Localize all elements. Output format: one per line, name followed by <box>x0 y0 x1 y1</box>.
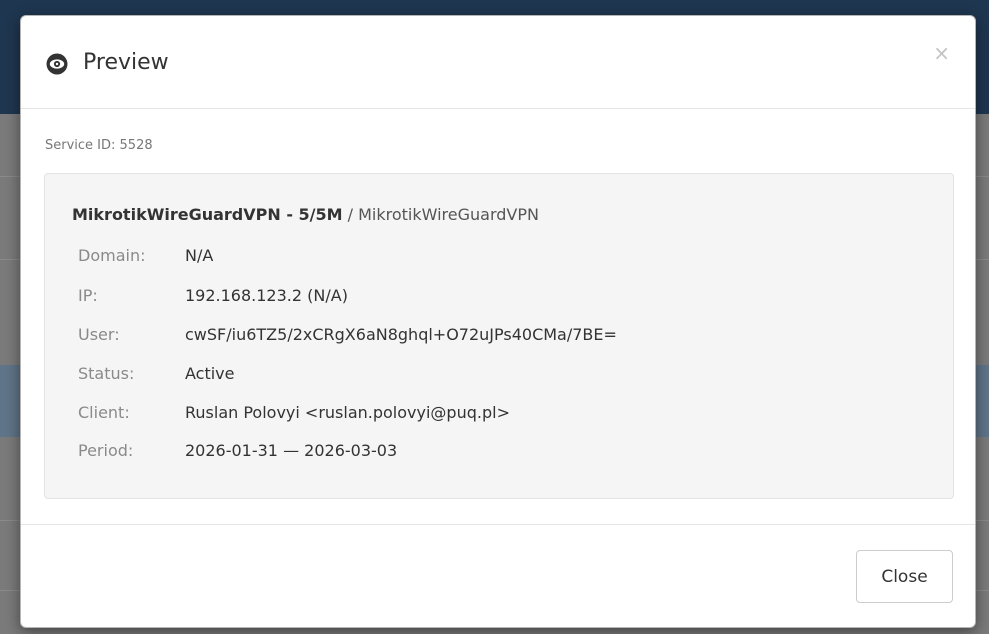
product-separator: / <box>342 205 359 224</box>
service-details-panel: MikrotikWireGuardVPN - 5/5M / MikrotikWi… <box>44 173 954 499</box>
product-name: MikrotikWireGuardVPN - 5/5M <box>72 205 343 224</box>
detail-label: Client: <box>78 403 130 422</box>
product-group: MikrotikWireGuardVPN <box>358 205 539 224</box>
detail-value: Active <box>185 364 235 383</box>
modal-header: Preview × <box>21 16 975 109</box>
detail-label: Period: <box>78 441 134 460</box>
detail-value: N/A <box>185 246 214 265</box>
eye-icon <box>46 53 68 75</box>
detail-label: Domain: <box>78 246 146 265</box>
detail-value: cwSF/iu6TZ5/2xCRgX6aN8ghql+O72uJPs40CMa/… <box>185 325 617 344</box>
detail-value: 192.168.123.2 (N/A) <box>185 286 348 305</box>
detail-value: 2026-01-31 — 2026-03-03 <box>185 441 398 460</box>
close-icon[interactable]: × <box>933 41 950 65</box>
detail-label: Status: <box>78 364 135 383</box>
close-button[interactable]: Close <box>856 550 953 603</box>
detail-value: Ruslan Polovyi <ruslan.polovyi@puq.pl> <box>185 403 510 422</box>
modal-footer <box>21 524 975 627</box>
preview-modal: Preview × Service ID: 5528 MikrotikWireG… <box>20 15 976 628</box>
product-line: MikrotikWireGuardVPN - 5/5M / MikrotikWi… <box>72 204 539 226</box>
modal-title: Preview <box>83 50 169 75</box>
detail-label: User: <box>78 325 120 344</box>
service-id-label: Service ID: 5528 <box>45 138 153 153</box>
detail-label: IP: <box>78 286 98 305</box>
